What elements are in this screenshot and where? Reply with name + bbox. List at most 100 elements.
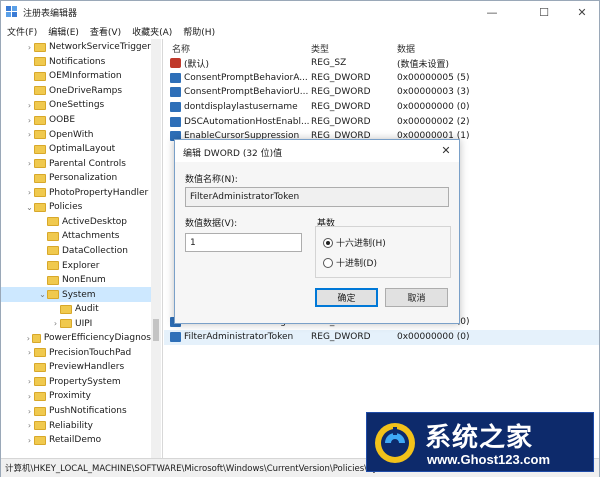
tree-item[interactable]: Notifications <box>1 55 151 70</box>
chevron-right-icon[interactable]: › <box>25 407 34 416</box>
window-title: 注册表编辑器 <box>23 9 78 19</box>
folder-icon <box>47 261 59 270</box>
watermark-url: www.Ghost123.com <box>427 452 551 467</box>
tree-item-label: OpenWith <box>49 129 94 140</box>
tree-item[interactable]: Personalization <box>1 171 151 186</box>
tree-item[interactable]: OptimalLayout <box>1 142 151 157</box>
close-window-button[interactable]: ✕ <box>567 1 597 23</box>
tree-item-label: Proximity <box>49 391 91 402</box>
chevron-right-icon[interactable]: › <box>25 43 34 52</box>
column-header-type[interactable]: 类型 <box>311 42 329 55</box>
tree-item[interactable]: › PushNotifications <box>1 404 151 419</box>
menu-favorites[interactable]: 收藏夹(A) <box>132 25 172 38</box>
value-row[interactable]: FilterAdministratorToken REG_DWORD 0x00000… <box>164 330 599 345</box>
menu-view[interactable]: 查看(V) <box>90 25 121 38</box>
chevron-right-icon[interactable]: › <box>25 334 32 343</box>
column-header-data[interactable]: 数据 <box>397 42 415 55</box>
tree-item[interactable]: › OOBE <box>1 113 151 128</box>
menu-edit[interactable]: 编辑(E) <box>48 25 79 38</box>
binary-value-icon <box>170 102 181 113</box>
tree-item[interactable]: › PropertySystem <box>1 375 151 390</box>
tree-item[interactable]: NonEnum <box>1 273 151 288</box>
radio-dec-label: 十进制(D) <box>336 259 377 269</box>
value-data-input[interactable]: 1 <box>185 233 302 252</box>
chevron-right-icon[interactable]: › <box>25 348 34 357</box>
tree-item[interactable]: › OpenWith <box>1 127 151 142</box>
chevron-right-icon[interactable]: › <box>25 188 34 197</box>
chevron-right-icon[interactable]: › <box>25 159 34 168</box>
chevron-right-icon[interactable]: › <box>25 436 34 445</box>
folder-icon <box>34 435 46 445</box>
column-header-name[interactable]: 名称 <box>172 42 190 55</box>
value-row[interactable]: DSCAutomationHostEnabl... REG_DWORD 0x0000… <box>164 114 599 129</box>
radio-hexadecimal[interactable]: 十六进制(H) <box>323 236 386 249</box>
chevron-right-icon[interactable]: › <box>25 116 34 125</box>
value-row[interactable]: (默认) REG_SZ (数值未设置) <box>164 56 599 71</box>
dialog-close-button[interactable]: ✕ <box>433 140 459 162</box>
folder-icon <box>47 231 59 241</box>
folder-icon <box>34 377 46 387</box>
menu-file[interactable]: 文件(F) <box>7 25 37 38</box>
tree-item[interactable]: Attachments <box>1 229 151 244</box>
tree-item[interactable]: › PrecisionTouchPad <box>1 346 151 361</box>
chevron-right-icon[interactable]: › <box>51 319 60 328</box>
tree-item[interactable]: › Proximity <box>1 389 151 404</box>
tree-item[interactable]: › NetworkServiceTrigger <box>1 40 151 55</box>
tree-item[interactable]: ⌄ System <box>1 287 151 302</box>
ok-button[interactable]: 确定 <box>315 288 378 307</box>
value-name-field: FilterAdministratorToken <box>185 187 449 207</box>
tree-item[interactable]: ⌄ Policies <box>1 200 151 215</box>
tree-item[interactable]: Explorer <box>1 258 151 273</box>
menu-help[interactable]: 帮助(H) <box>183 25 215 38</box>
tree-item[interactable]: › PowerEfficiencyDiagnos <box>1 331 151 346</box>
tree-item[interactable]: OneDriveRamps <box>1 84 151 99</box>
tree-item[interactable]: › PhotoPropertyHandler <box>1 186 151 201</box>
value-row[interactable]: dontdisplaylastusername REG_DWORD 0x000000… <box>164 100 599 115</box>
folder-icon <box>34 391 46 401</box>
list-header: 名称 类型 数据 <box>164 39 599 56</box>
tree-item-label: PowerEfficiencyDiagnos <box>43 333 151 344</box>
chevron-right-icon[interactable]: › <box>25 101 34 110</box>
tree-item[interactable]: DataCollection <box>1 244 151 259</box>
tree-item[interactable]: › RetailDemo <box>1 433 151 448</box>
radio-decimal[interactable]: 十进制(D) <box>323 256 377 269</box>
tree-item-label: OEMInformation <box>49 71 122 82</box>
tree-scrollbar-thumb[interactable] <box>153 319 159 341</box>
chevron-right-icon[interactable]: › <box>25 392 34 401</box>
value-row[interactable]: ConsentPromptBehaviorU... REG_DWORD 0x0000… <box>164 85 599 100</box>
tree-item-label: Reliability <box>49 420 93 431</box>
chevron-right-icon[interactable]: › <box>25 421 34 430</box>
chevron-down-icon[interactable]: ⌄ <box>25 203 34 212</box>
folder-icon <box>34 202 46 212</box>
folder-icon <box>34 115 46 125</box>
tree-item[interactable]: OEMInformation <box>1 69 151 84</box>
tree-item[interactable]: › OneSettings <box>1 98 151 113</box>
chevron-right-icon[interactable]: › <box>25 130 34 139</box>
tree-item-label: PreviewHandlers <box>49 362 125 373</box>
radio-dec-dot[interactable] <box>323 257 333 268</box>
tree-item-label: PrecisionTouchPad <box>49 347 132 358</box>
maximize-button[interactable]: ☐ <box>529 1 559 23</box>
value-data: (数值未设置) <box>397 59 450 70</box>
minimize-button[interactable]: — <box>477 1 507 23</box>
tree-item-label: PropertySystem <box>49 376 121 387</box>
tree-item[interactable]: › Parental Controls <box>1 156 151 171</box>
tree-scrollbar[interactable] <box>151 39 161 458</box>
folder-icon <box>34 159 46 169</box>
registry-key-tree[interactable]: › RetailDemo › Reliability › PushNotification… <box>1 39 163 458</box>
value-name: (默认) <box>184 59 210 70</box>
cancel-button[interactable]: 取消 <box>385 288 448 307</box>
tree-item[interactable]: › Reliability <box>1 418 151 433</box>
binary-value-icon <box>170 332 181 343</box>
chevron-down-icon[interactable]: ⌄ <box>38 290 47 299</box>
tree-item-label: NonEnum <box>62 275 106 286</box>
tree-item-label: Personalization <box>49 173 118 184</box>
value-row[interactable]: ConsentPromptBehaviorA... REG_DWORD 0x0000… <box>164 71 599 86</box>
tree-item[interactable]: › UIPI <box>1 316 151 331</box>
tree-item[interactable]: PreviewHandlers <box>1 360 151 375</box>
radio-hex-dot[interactable] <box>323 237 333 248</box>
tree-item[interactable]: Audit <box>1 302 151 317</box>
chevron-right-icon[interactable]: › <box>25 377 34 386</box>
tree-item[interactable]: ActiveDesktop <box>1 215 151 230</box>
folder-icon <box>34 421 46 431</box>
